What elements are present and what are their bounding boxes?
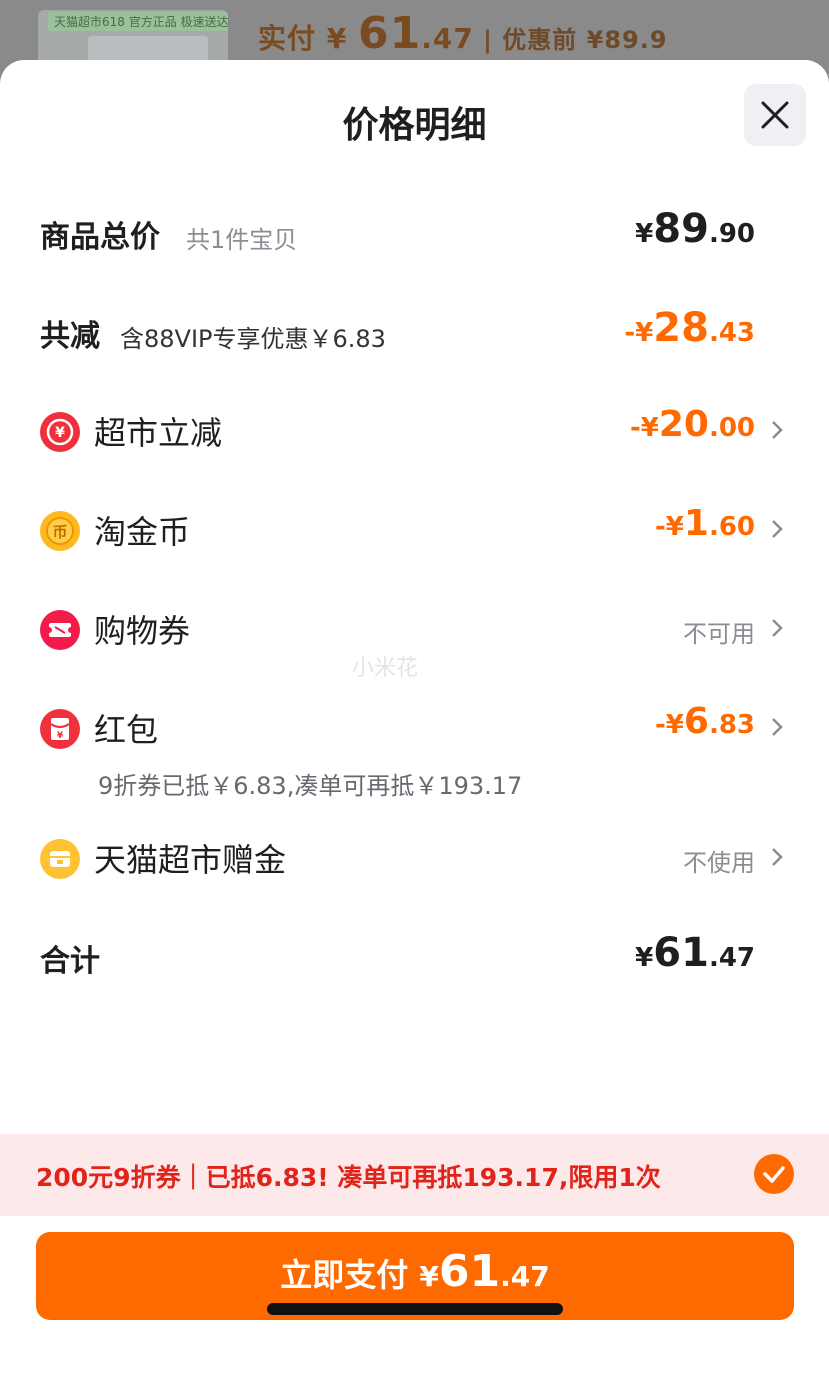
total-discount-row: 共减 含88VIP专享优惠￥6.83 -¥28.43 [40,303,785,363]
vip-discount-note: 含88VIP专享优惠￥6.83 [120,325,386,353]
coupon-label: 购物券 [94,612,191,650]
total-discount-amount: -¥28.43 [624,305,755,351]
supermarket-dec: .00 [708,413,755,443]
background-price: 实付 ¥ 61.47 | 优惠前 ¥89.9 [258,8,668,59]
tmall-gift-money-label: 天猫超市赠金 [94,841,287,879]
item-count: 共1件宝贝 [186,226,298,254]
price-detail-sheet: 价格明细 商品总价 共1件宝贝 ¥89.90 共减 含88VIP专享优惠￥6.8… [0,60,829,1393]
total-int: 89 [653,206,709,252]
watermark: 小米花 [352,656,419,681]
chevron-right-icon [772,619,783,637]
total-price-amount: ¥89.90 [635,206,755,252]
discount-int: 28 [653,305,709,351]
tmall-gift-money-icon [40,839,80,879]
total-cur: ¥ [635,219,654,249]
tmall-gift-money-row[interactable]: 天猫超市赠金 不使用 [40,827,785,887]
supermarket-discount-row[interactable]: ¥ 超市立减 -¥20.00 [40,400,785,460]
supermarket-discount-icon: ¥ [40,412,80,452]
promo-text: 200元9折券｜已抵6.83! 凑单可再抵193.17,限用1次 [36,1163,661,1192]
chevron-right-icon [772,421,783,439]
total-dec: .90 [708,219,755,249]
discount-dec: .43 [708,318,755,348]
check-circle-icon[interactable] [754,1154,794,1194]
supermarket-discount-label: 超市立减 [94,414,223,452]
coupon-status: 不可用 [683,620,755,648]
red-packet-row[interactable]: ¥ 红包 -¥6.83 [40,697,785,757]
background-pay-label: 实付 ¥ [258,22,358,55]
redpacket-dec: .83 [708,710,755,740]
redpacket-int: 6 [683,701,709,742]
product-tag: 天猫超市618 官方正品 极速送达 [48,12,228,31]
sum-dec: .47 [708,943,755,973]
taojinbi-cur: -¥ [654,512,684,542]
red-packet-label: 红包 [94,711,159,749]
home-indicator[interactable] [267,1303,563,1315]
red-packet-icon: ¥ [40,709,80,749]
pay-cur: ¥ [419,1260,439,1293]
pay-button-content: 立即支付 ¥61.47 [36,1246,794,1297]
coupon-promo-banner[interactable]: 200元9折券｜已抵6.83! 凑单可再抵193.17,限用1次 [0,1134,829,1216]
sum-cur: ¥ [635,943,654,973]
sum-amount: ¥61.47 [635,930,755,976]
discount-cur: -¥ [624,318,654,348]
total-price-row: 商品总价 共1件宝贝 ¥89.90 [40,204,785,264]
sheet-title: 价格明细 [342,105,487,146]
close-icon [761,101,789,129]
taojinbi-int: 1 [683,503,709,544]
close-button[interactable] [744,84,806,146]
taojinbi-label: 淘金币 [94,513,191,551]
sum-label: 合计 [40,944,100,979]
total-discount-label: 共减 [40,319,100,354]
svg-text:¥: ¥ [55,425,65,441]
tmall-gift-money-status: 不使用 [683,849,755,877]
svg-text:¥: ¥ [57,731,64,741]
background-original-price: | 优惠前 ¥89.9 [473,26,668,54]
red-packet-note: 9折券已抵￥6.83,凑单可再抵￥193.17 [98,772,523,800]
taojinbi-dec: .60 [708,512,755,542]
pay-int: 61 [438,1246,501,1297]
coupon-icon [40,610,80,650]
taojinbi-row[interactable]: 币 淘金币 -¥1.60 [40,499,785,559]
pay-dec: .47 [500,1260,550,1293]
redpacket-cur: -¥ [654,710,684,740]
pay-button-label: 立即支付 [280,1256,420,1294]
red-packet-amount: -¥6.83 [655,701,755,742]
background-pay-dec: .47 [421,22,474,55]
background-pay-int: 61 [357,8,422,59]
sum-int: 61 [653,930,709,976]
taojinbi-amount: -¥1.60 [655,503,755,544]
supermarket-cur: -¥ [629,413,659,443]
chevron-right-icon [772,520,783,538]
svg-text:币: 币 [52,523,67,541]
coupon-row[interactable]: 购物券 不可用 [40,598,785,658]
chevron-right-icon [772,848,783,866]
chevron-right-icon [772,718,783,736]
total-price-label: 商品总价 [40,220,160,255]
supermarket-discount-amount: -¥20.00 [630,404,755,445]
supermarket-int: 20 [658,404,709,445]
sum-row: 合计 ¥61.47 [40,928,785,988]
taojinbi-coin-icon: 币 [40,511,80,551]
